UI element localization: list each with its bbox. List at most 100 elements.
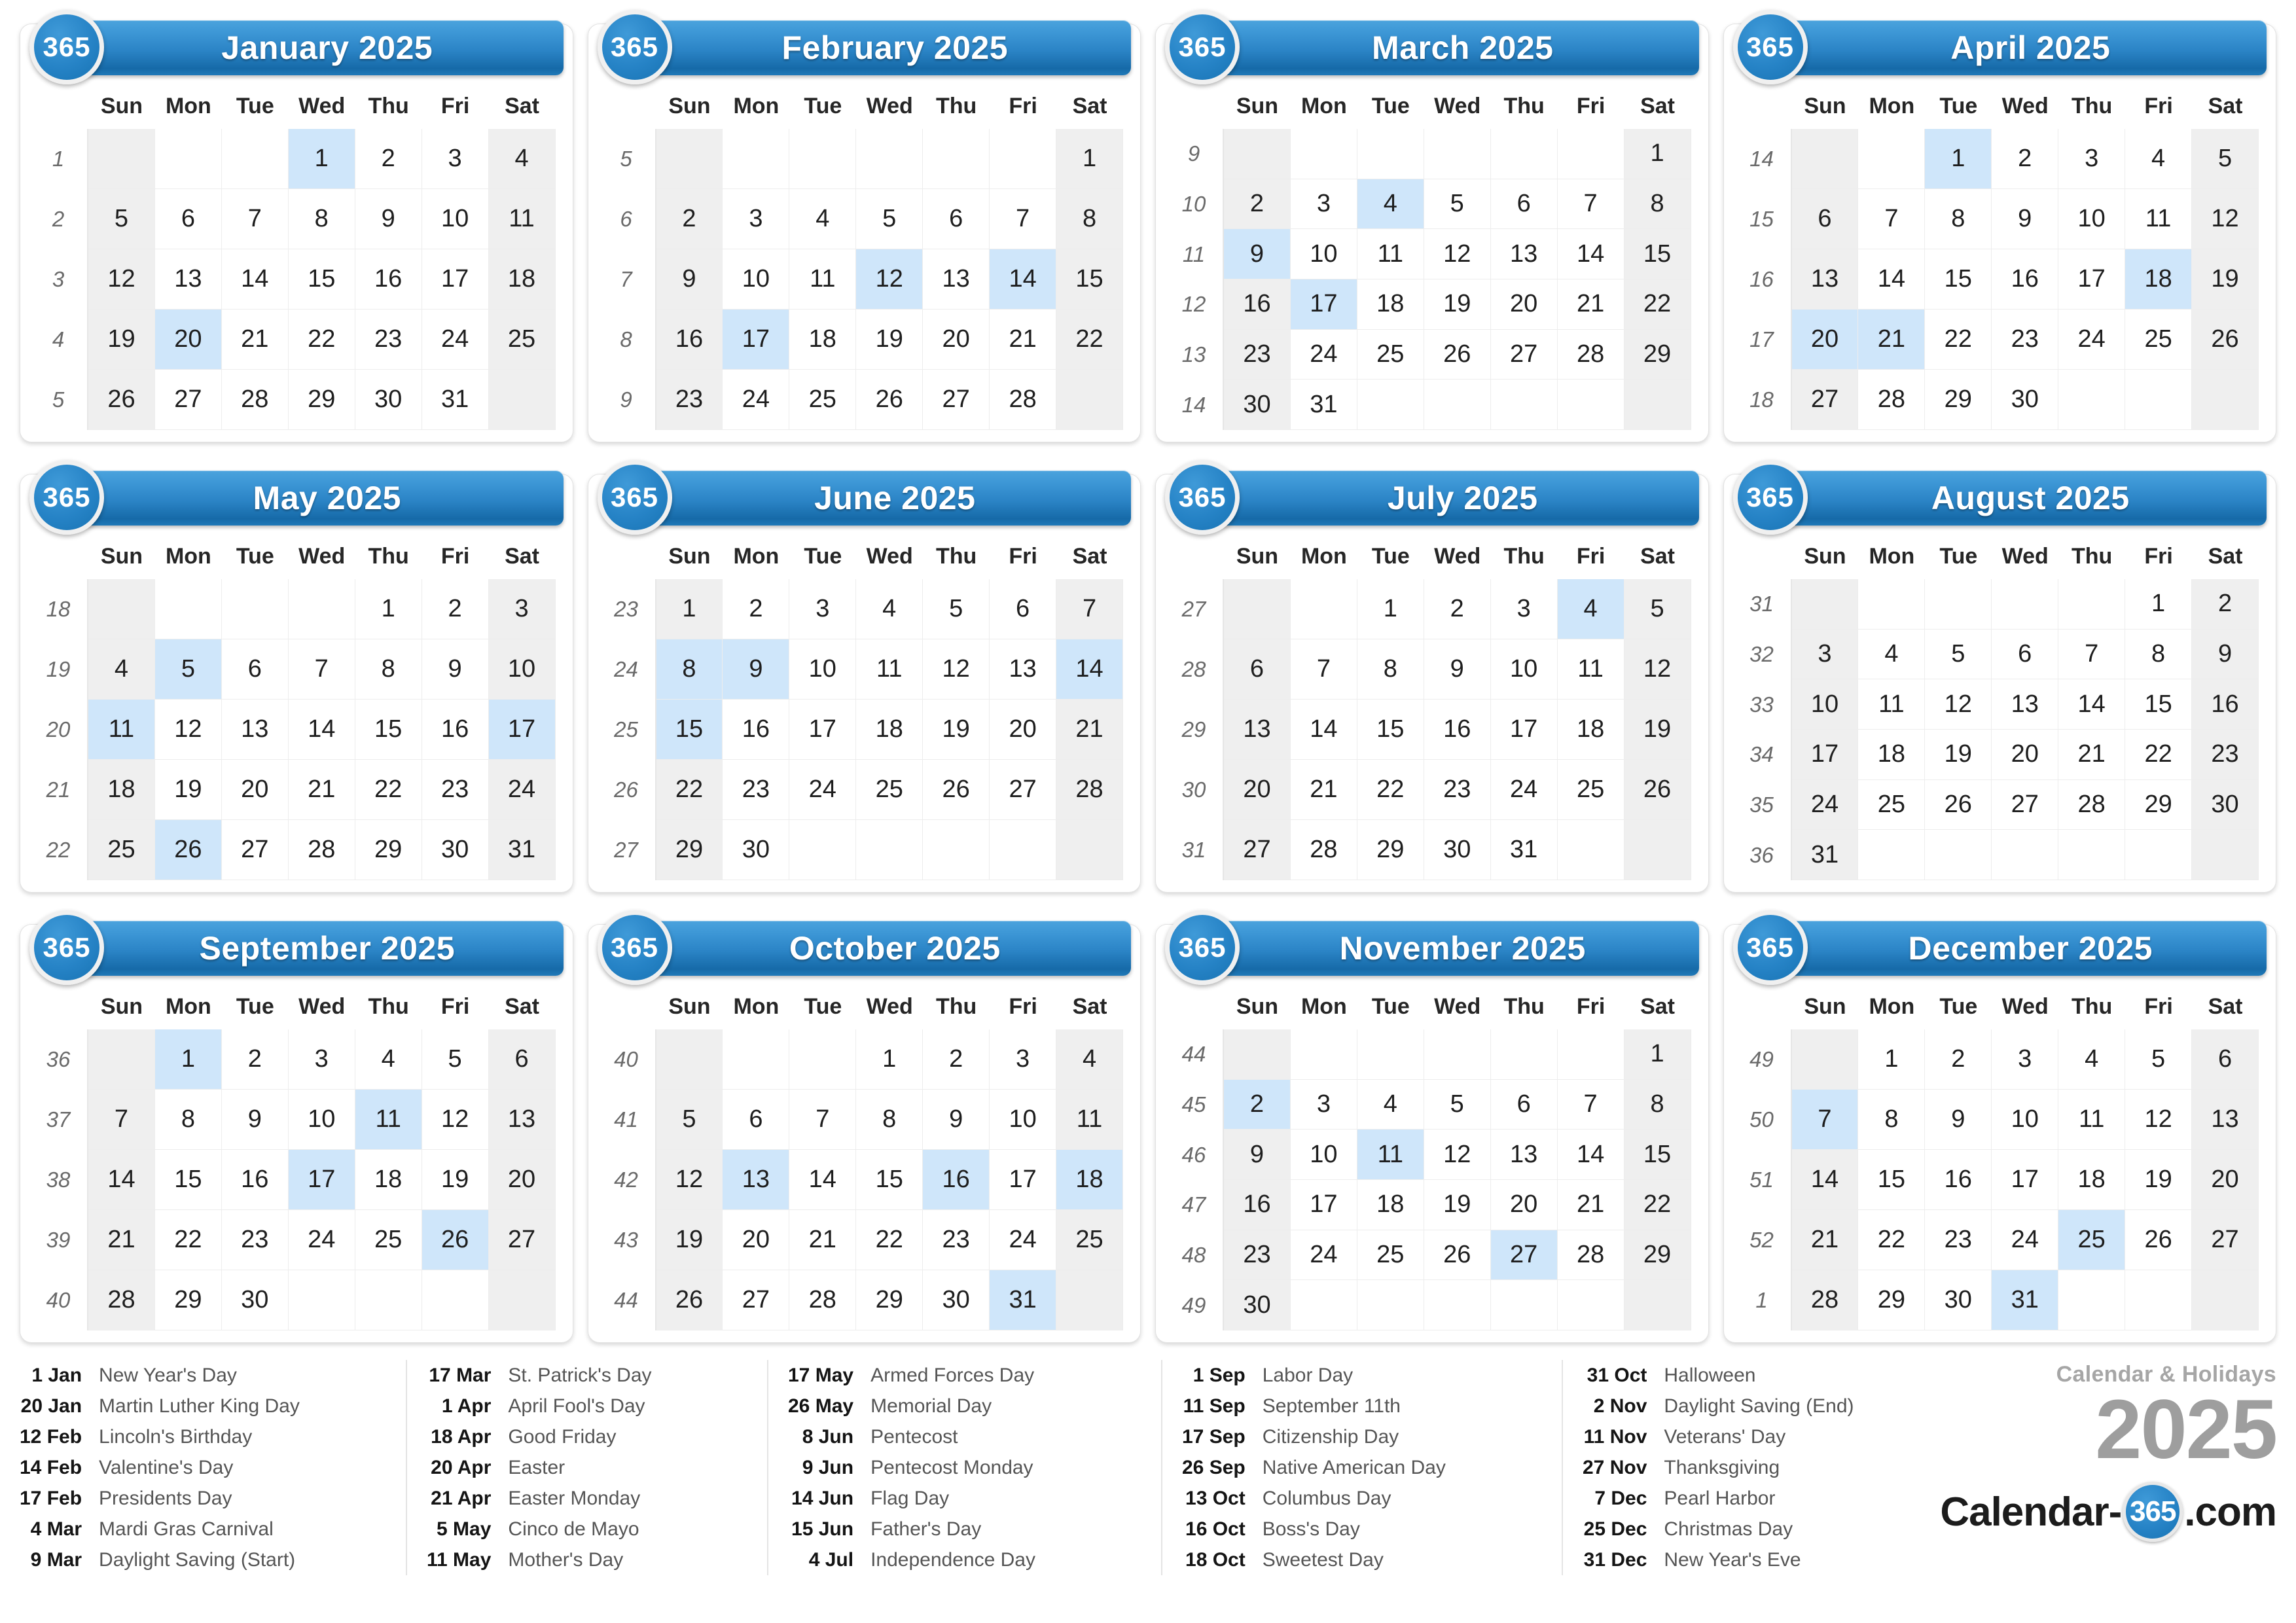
- day-cell[interactable]: 16: [923, 1150, 990, 1210]
- day-cell[interactable]: 7: [990, 189, 1057, 249]
- day-cell[interactable]: 22: [856, 1210, 924, 1270]
- day-cell[interactable]: 5: [923, 579, 990, 639]
- day-cell[interactable]: 23: [2192, 729, 2259, 780]
- day-cell[interactable]: 24: [1490, 760, 1558, 820]
- day-cell[interactable]: 4: [789, 189, 857, 249]
- day-cell[interactable]: 17: [422, 249, 489, 310]
- day-cell[interactable]: 20: [221, 760, 289, 820]
- day-cell[interactable]: 1: [656, 579, 723, 639]
- day-cell[interactable]: 11: [2125, 189, 2193, 249]
- day-cell[interactable]: 18: [355, 1150, 422, 1210]
- day-cell[interactable]: 17: [789, 700, 857, 760]
- day-cell[interactable]: 12: [1424, 229, 1491, 279]
- day-cell[interactable]: 27: [990, 760, 1057, 820]
- day-cell[interactable]: 23: [923, 1210, 990, 1270]
- day-cell[interactable]: 13: [2192, 1090, 2259, 1150]
- day-cell[interactable]: 29: [2125, 779, 2193, 830]
- day-cell[interactable]: 10: [2058, 189, 2126, 249]
- day-cell[interactable]: 22: [1056, 310, 1123, 370]
- day-cell[interactable]: 8: [288, 189, 355, 249]
- day-cell[interactable]: 18: [1056, 1150, 1123, 1210]
- day-cell[interactable]: 12: [2125, 1090, 2193, 1150]
- day-cell[interactable]: 5: [154, 639, 222, 700]
- day-cell[interactable]: 10: [422, 189, 489, 249]
- day-cell[interactable]: 13: [990, 639, 1057, 700]
- day-cell[interactable]: 9: [221, 1090, 289, 1150]
- day-cell[interactable]: 8: [154, 1090, 222, 1150]
- day-cell[interactable]: 3: [1290, 179, 1357, 230]
- day-cell[interactable]: 11: [1858, 679, 1926, 730]
- day-cell[interactable]: 10: [288, 1090, 355, 1150]
- day-cell[interactable]: 26: [1424, 329, 1491, 380]
- day-cell[interactable]: 18: [2125, 249, 2193, 310]
- day-cell[interactable]: 24: [422, 310, 489, 370]
- day-cell[interactable]: 11: [1056, 1090, 1123, 1150]
- day-cell[interactable]: 1: [1925, 129, 1992, 189]
- day-cell[interactable]: 1: [1624, 1029, 1691, 1080]
- day-cell[interactable]: 21: [789, 1210, 857, 1270]
- day-cell[interactable]: 2: [923, 1029, 990, 1090]
- day-cell[interactable]: 13: [221, 700, 289, 760]
- day-cell[interactable]: 23: [221, 1210, 289, 1270]
- day-cell[interactable]: 12: [1424, 1130, 1491, 1180]
- day-cell[interactable]: 6: [488, 1029, 556, 1090]
- day-cell[interactable]: 4: [88, 639, 155, 700]
- day-cell[interactable]: 23: [656, 370, 723, 430]
- day-cell[interactable]: 15: [288, 249, 355, 310]
- day-cell[interactable]: 27: [1224, 820, 1291, 880]
- day-cell[interactable]: 5: [1424, 179, 1491, 230]
- day-cell[interactable]: 10: [1290, 229, 1357, 279]
- day-cell[interactable]: 10: [1490, 639, 1558, 700]
- day-cell[interactable]: 16: [1224, 279, 1291, 330]
- day-cell[interactable]: 30: [1224, 380, 1291, 430]
- day-cell[interactable]: 22: [154, 1210, 222, 1270]
- day-cell[interactable]: 21: [221, 310, 289, 370]
- day-cell[interactable]: 15: [2125, 679, 2193, 730]
- day-cell[interactable]: 9: [723, 639, 790, 700]
- day-cell[interactable]: 29: [288, 370, 355, 430]
- day-cell[interactable]: 6: [2192, 1029, 2259, 1090]
- day-cell[interactable]: 20: [1791, 310, 1859, 370]
- day-cell[interactable]: 27: [2192, 1210, 2259, 1270]
- day-cell[interactable]: 11: [355, 1090, 422, 1150]
- day-cell[interactable]: 19: [1624, 700, 1691, 760]
- day-cell[interactable]: 24: [789, 760, 857, 820]
- day-cell[interactable]: 9: [1224, 229, 1291, 279]
- day-cell[interactable]: 21: [1056, 700, 1123, 760]
- day-cell[interactable]: 4: [488, 129, 556, 189]
- day-cell[interactable]: 22: [355, 760, 422, 820]
- day-cell[interactable]: 25: [2058, 1210, 2126, 1270]
- day-cell[interactable]: 6: [221, 639, 289, 700]
- day-cell[interactable]: 6: [1992, 629, 2059, 680]
- day-cell[interactable]: 10: [990, 1090, 1057, 1150]
- day-cell[interactable]: 2: [221, 1029, 289, 1090]
- day-cell[interactable]: 3: [488, 579, 556, 639]
- day-cell[interactable]: 3: [2058, 129, 2126, 189]
- day-cell[interactable]: 21: [288, 760, 355, 820]
- day-cell[interactable]: 20: [2192, 1150, 2259, 1210]
- day-cell[interactable]: 30: [1224, 1280, 1291, 1330]
- day-cell[interactable]: 12: [422, 1090, 489, 1150]
- site-logo[interactable]: Calendar- 365 .com: [1884, 1482, 2277, 1542]
- day-cell[interactable]: 12: [1624, 639, 1691, 700]
- day-cell[interactable]: 28: [288, 820, 355, 880]
- day-cell[interactable]: 11: [1357, 229, 1424, 279]
- day-cell[interactable]: 9: [1224, 1130, 1291, 1180]
- day-cell[interactable]: 7: [1557, 1079, 1624, 1130]
- day-cell[interactable]: 2: [2192, 579, 2259, 630]
- day-cell[interactable]: 29: [154, 1270, 222, 1330]
- day-cell[interactable]: 7: [1056, 579, 1123, 639]
- day-cell[interactable]: 28: [2058, 779, 2126, 830]
- day-cell[interactable]: 10: [488, 639, 556, 700]
- day-cell[interactable]: 25: [856, 760, 924, 820]
- day-cell[interactable]: 1: [355, 579, 422, 639]
- day-cell[interactable]: 11: [1557, 639, 1624, 700]
- day-cell[interactable]: 14: [1791, 1150, 1859, 1210]
- day-cell[interactable]: 15: [1624, 229, 1691, 279]
- day-cell[interactable]: 1: [856, 1029, 924, 1090]
- day-cell[interactable]: 13: [154, 249, 222, 310]
- day-cell[interactable]: 23: [1925, 1210, 1992, 1270]
- day-cell[interactable]: 20: [154, 310, 222, 370]
- day-cell[interactable]: 24: [1290, 329, 1357, 380]
- day-cell[interactable]: 16: [355, 249, 422, 310]
